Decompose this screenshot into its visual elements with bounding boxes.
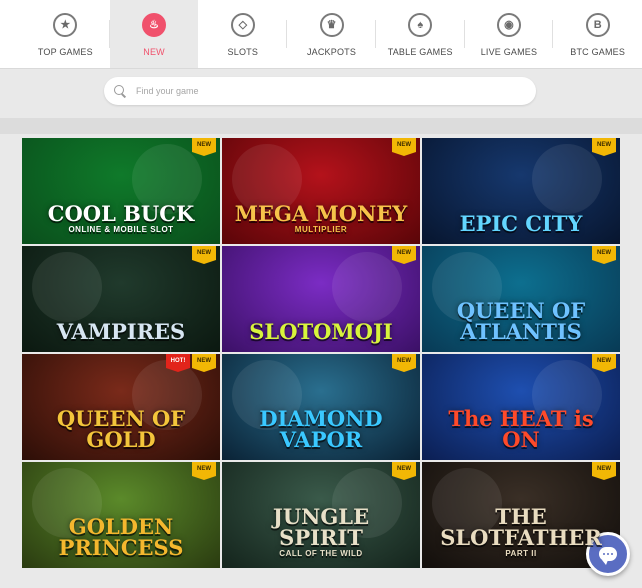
- nav-item-label: LIVE GAMES: [480, 47, 538, 57]
- bitcoin-icon: B: [585, 13, 610, 37]
- game-title-text: SLOTOMOJI: [249, 319, 393, 344]
- nav-item-label: JACKPOTS: [306, 47, 357, 57]
- nav-item-label: TABLE GAMES: [387, 47, 453, 57]
- game-title-text: DIAMOND VAPOR: [259, 406, 383, 452]
- game-grid: COOL BUCK ONLINE & MOBILE SLOT NEW MEGA MON…: [22, 138, 620, 568]
- game-title-text: GOLDEN PRINCESS: [58, 514, 184, 560]
- game-title-text: QUEEN OF GOLD: [56, 406, 186, 452]
- game-art-decoration: [32, 252, 102, 322]
- nav-item-live-games[interactable]: ◉ LIVE GAMES: [465, 0, 554, 68]
- flame-icon: ♨: [142, 13, 167, 37]
- game-title-text: COOL BUCK: [47, 201, 195, 226]
- new-badge: NEW: [592, 138, 616, 156]
- new-badge: NEW: [192, 462, 216, 480]
- search-icon: [114, 85, 127, 98]
- game-tile[interactable]: VAMPIRES NEW: [22, 246, 220, 352]
- nav-item-label: NEW: [143, 47, 165, 57]
- game-subtitle: PART II: [505, 549, 537, 558]
- nav-item-label: BTC GAMES: [570, 47, 626, 57]
- nav-item-label: TOP GAMES: [37, 47, 93, 57]
- nav-item-label: SLOTS: [227, 47, 259, 57]
- new-badge: NEW: [592, 354, 616, 372]
- game-title: The HEAT is ON: [422, 408, 620, 450]
- nav-item-slots[interactable]: ◇ SLOTS: [198, 0, 288, 68]
- game-art-decoration: [332, 252, 402, 322]
- new-badge: NEW: [592, 462, 616, 480]
- game-title: EPIC CITY: [454, 213, 589, 234]
- game-title-text: QUEEN OF ATLANTIS: [456, 298, 586, 344]
- nav-item-new[interactable]: ♨ NEW: [109, 0, 199, 68]
- game-title-text: EPIC CITY: [459, 211, 583, 236]
- search-box[interactable]: [104, 77, 536, 105]
- game-title: JUNGLE SPIRIT CALL OF THE WILD: [222, 506, 420, 558]
- game-art-decoration: [532, 144, 602, 214]
- game-tile[interactable]: JUNGLE SPIRIT CALL OF THE WILD NEW: [222, 462, 420, 568]
- game-title-text: The HEAT is ON: [448, 406, 594, 452]
- nav-item-jackpots[interactable]: ♛ JACKPOTS: [287, 0, 376, 68]
- game-title-text: MEGA MONEY: [234, 201, 408, 226]
- new-badge: NEW: [392, 246, 416, 264]
- game-title: MEGA MONEY MULTIPLIER: [229, 203, 414, 234]
- game-title: THE SLOTFATHER PART II: [422, 506, 620, 558]
- new-badge: NEW: [192, 354, 216, 372]
- trophy-icon: ♛: [319, 13, 344, 37]
- game-subtitle: CALL OF THE WILD: [279, 549, 363, 558]
- game-title: QUEEN OF GOLD: [22, 408, 220, 450]
- new-badge: NEW: [192, 138, 216, 156]
- game-title: VAMPIRES: [51, 321, 191, 342]
- game-title-text: JUNGLE SPIRIT: [272, 504, 370, 550]
- game-title: DIAMOND VAPOR: [222, 408, 420, 450]
- game-subtitle: ONLINE & MOBILE SLOT: [68, 225, 174, 234]
- game-title-text: VAMPIRES: [56, 319, 186, 344]
- game-title: QUEEN OF ATLANTIS: [422, 300, 620, 342]
- new-badge: NEW: [192, 246, 216, 264]
- game-tile[interactable]: GOLDEN PRINCESS NEW: [22, 462, 220, 568]
- game-tile[interactable]: EPIC CITY NEW: [422, 138, 620, 244]
- game-title: COOL BUCK ONLINE & MOBILE SLOT: [42, 203, 200, 234]
- game-tile[interactable]: DIAMOND VAPOR NEW: [222, 354, 420, 460]
- nav-item-btc-games[interactable]: B BTC GAMES: [553, 0, 642, 68]
- game-tile[interactable]: SLOTOMOJI NEW: [222, 246, 420, 352]
- game-title-text: THE SLOTFATHER: [440, 504, 602, 550]
- diamond-icon: ◇: [230, 13, 255, 37]
- new-badge: NEW: [392, 354, 416, 372]
- spade-icon: ♠: [408, 13, 433, 37]
- game-tile[interactable]: QUEEN OF ATLANTIS NEW: [422, 246, 620, 352]
- new-badge: NEW: [592, 246, 616, 264]
- game-tile[interactable]: MEGA MONEY MULTIPLIER NEW: [222, 138, 420, 244]
- game-tile[interactable]: The HEAT is ON NEW: [422, 354, 620, 460]
- new-badge: NEW: [392, 138, 416, 156]
- game-tile[interactable]: THE SLOTFATHER PART II NEW: [422, 462, 620, 568]
- game-tile[interactable]: COOL BUCK ONLINE & MOBILE SLOT NEW: [22, 138, 220, 244]
- new-badge: NEW: [392, 462, 416, 480]
- category-nav: ★ TOP GAMES ♨ NEW ◇ SLOTS ♛ JACKPOTS ♠ TABLE GAME…: [0, 0, 642, 69]
- search-input[interactable]: [134, 85, 518, 97]
- lips-icon: ◉: [496, 13, 521, 37]
- search-band: [0, 69, 642, 117]
- game-title: GOLDEN PRINCESS: [22, 516, 220, 558]
- nav-item-top-games[interactable]: ★ TOP GAMES: [21, 0, 110, 68]
- section-divider: [0, 118, 642, 134]
- category-nav-items: ★ TOP GAMES ♨ NEW ◇ SLOTS ♛ JACKPOTS ♠ TABLE GAME…: [0, 0, 642, 68]
- nav-item-table-games[interactable]: ♠ TABLE GAMES: [376, 0, 465, 68]
- star-icon: ★: [53, 13, 78, 37]
- game-tile[interactable]: QUEEN OF GOLD NEW HOT!: [22, 354, 220, 460]
- game-subtitle: MULTIPLIER: [294, 225, 348, 234]
- game-title: SLOTOMOJI: [243, 321, 398, 342]
